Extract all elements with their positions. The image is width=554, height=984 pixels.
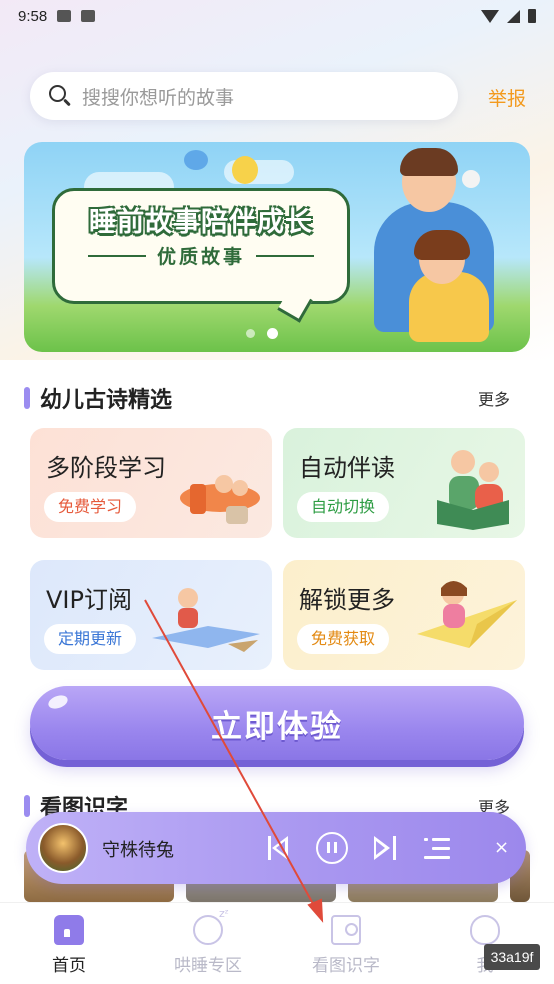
track-title[interactable]: 守株待兔: [102, 836, 174, 862]
gallery-notification-icon: [57, 10, 72, 22]
nav-label-image-words: 看图识字: [312, 956, 380, 976]
balloon-icon: [232, 156, 258, 184]
father-hair: [400, 148, 458, 176]
section-title-poems: 幼儿古诗精选: [40, 388, 173, 413]
search-input[interactable]: 搜搜你想听的故事: [30, 72, 458, 120]
card-tag[interactable]: 定期更新: [44, 624, 137, 654]
me-icon: [470, 915, 500, 945]
section-header-poems: 幼儿古诗精选 更多: [24, 382, 530, 414]
report-link[interactable]: 举报: [488, 84, 526, 111]
feature-card-auto-read[interactable]: 自动伴读 自动切换: [283, 428, 525, 538]
balloon-icon: [184, 150, 208, 170]
section-accent-bar: [24, 387, 30, 409]
flying-book-illustration: [152, 588, 260, 652]
try-now-label: 立即体验: [211, 708, 343, 745]
bottom-navigation: 首页 哄睡专区 看图识字 我: [0, 902, 554, 984]
banner-rule-right: [256, 255, 314, 257]
button-shine: [46, 692, 70, 712]
watermark: 33a19f: [484, 944, 540, 970]
battery-icon: [528, 9, 536, 23]
carousel-dot-active[interactable]: [267, 328, 278, 339]
more-link-poems[interactable]: 更多: [478, 386, 510, 410]
sleep-icon: [193, 907, 229, 945]
next-track-icon[interactable]: [374, 836, 396, 860]
promo-banner[interactable]: 睡前故事陪伴成长 优质故事: [24, 142, 530, 352]
nav-item-image-words[interactable]: 看图识字: [281, 903, 411, 984]
card-title: 自动伴读: [299, 454, 395, 482]
search-icon: [48, 84, 72, 108]
status-time: 9:58: [18, 7, 48, 25]
pause-icon[interactable]: [316, 832, 348, 864]
text-notification-icon: [81, 10, 96, 22]
card-tag[interactable]: 免费学习: [44, 492, 137, 522]
paper-plane-girl-illustration: [417, 581, 517, 648]
feature-card-multi-stage[interactable]: 多阶段学习 免费学习: [30, 428, 272, 538]
carousel-dots[interactable]: [246, 328, 278, 339]
nav-item-home[interactable]: 首页: [4, 903, 134, 984]
signal-icon: [507, 9, 520, 23]
feature-card-vip[interactable]: VIP订阅 定期更新: [30, 560, 272, 670]
try-now-button[interactable]: 立即体验: [30, 686, 524, 760]
nav-label-home: 首页: [52, 956, 86, 976]
status-indicators: [481, 9, 536, 23]
playlist-icon[interactable]: [424, 836, 450, 860]
status-bar: 9:58: [0, 0, 554, 32]
mini-player[interactable]: 守株待兔 ×: [26, 812, 526, 884]
nav-label-sleep: 哄睡专区: [174, 956, 242, 976]
previous-track-icon[interactable]: [268, 836, 290, 860]
reading-family-illustration: [437, 450, 509, 530]
section-accent-bar: [24, 795, 30, 817]
airplane-kids-illustration: [180, 475, 260, 524]
image-search-icon: [331, 915, 361, 945]
track-cover[interactable]: [38, 823, 88, 873]
banner-headline: 睡前故事陪伴成长: [89, 207, 313, 238]
card-tag[interactable]: 自动切换: [297, 492, 390, 522]
card-title: 解锁更多: [299, 586, 395, 614]
wifi-icon: [481, 9, 499, 23]
search-placeholder: 搜搜你想听的故事: [82, 86, 235, 109]
nav-item-sleep[interactable]: 哄睡专区: [143, 903, 273, 984]
balloon-icon: [462, 170, 480, 188]
child-hair: [414, 230, 470, 260]
home-icon: [54, 915, 84, 945]
feature-card-unlock[interactable]: 解锁更多 免费获取: [283, 560, 525, 670]
close-player-icon[interactable]: ×: [494, 836, 509, 860]
carousel-dot[interactable]: [246, 329, 255, 338]
card-title: 多阶段学习: [46, 454, 166, 482]
card-tag[interactable]: 免费获取: [297, 624, 390, 654]
card-title: VIP订阅: [46, 586, 132, 614]
